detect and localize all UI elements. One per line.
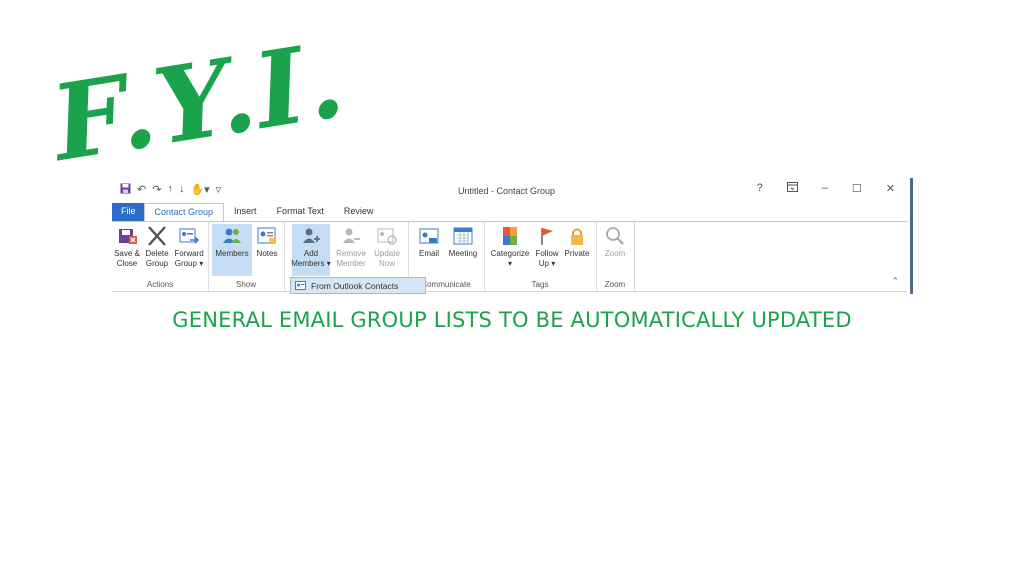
- remove-member-button[interactable]: Remove Member: [334, 224, 368, 276]
- notes-button[interactable]: Notes: [252, 224, 282, 276]
- contacts-icon: [295, 281, 306, 290]
- tab-format-text[interactable]: Format Text: [267, 203, 334, 221]
- ribbon-display-icon[interactable]: [786, 182, 798, 195]
- actions-group: Save & Close Delete Group Forward Group …: [112, 222, 209, 291]
- add-members-dropdown: From Outlook Contacts: [290, 277, 426, 294]
- meeting-button[interactable]: Meeting: [446, 224, 480, 276]
- update-now-label: Update Now: [374, 249, 400, 268]
- members-view-button[interactable]: Members: [212, 224, 252, 276]
- fyi-brand-text: F.Y.I.: [44, 17, 354, 185]
- follow-up-button[interactable]: Follow Up ▾: [532, 224, 562, 276]
- private-label: Private: [564, 249, 590, 258]
- collapse-ribbon-icon[interactable]: ⌃: [891, 276, 899, 287]
- up-arrow-icon[interactable]: ↑: [167, 183, 173, 197]
- lock-icon: [571, 228, 583, 245]
- tab-review[interactable]: Review: [334, 203, 384, 221]
- forward-group-button[interactable]: Forward Group ▾: [174, 224, 204, 276]
- tab-contact-group[interactable]: Contact Group: [143, 203, 225, 223]
- tags-group: Categorize ▾ Follow Up ▾ Private Tags: [484, 222, 597, 291]
- redo-icon[interactable]: ↷: [152, 183, 161, 197]
- delete-x-icon: [148, 226, 166, 246]
- minimize-button[interactable]: –: [822, 182, 828, 195]
- title-bar: ↶ ↷ ↑ ↓ ✋▾ ▿ Untitled - Contact Group ? …: [112, 178, 907, 202]
- meeting-calendar-icon: [453, 227, 473, 245]
- add-members-button[interactable]: Add Members ▾: [291, 224, 331, 276]
- tab-file[interactable]: File: [112, 203, 144, 221]
- maximize-button[interactable]: ☐: [852, 182, 862, 195]
- update-now-button[interactable]: Update Now: [372, 224, 402, 276]
- members-icon: [223, 228, 241, 243]
- customize-qat-icon[interactable]: ▿: [216, 183, 222, 197]
- members-view-label: Members: [215, 249, 249, 258]
- save-close-button[interactable]: Save & Close: [112, 224, 142, 276]
- zoom-button[interactable]: Zoom: [600, 224, 630, 276]
- contact-group-window: ↶ ↷ ↑ ↓ ✋▾ ▿ Untitled - Contact Group ? …: [112, 178, 913, 294]
- private-button[interactable]: Private: [562, 224, 592, 276]
- meeting-label: Meeting: [448, 249, 478, 258]
- headline-text: GENERAL EMAIL GROUP LISTS TO BE AUTOMATI…: [172, 308, 852, 332]
- update-icon: [377, 228, 397, 245]
- add-members-label: Add Members ▾: [291, 249, 331, 268]
- ribbon-tabs: File Contact Group Insert Format Text Re…: [112, 203, 384, 223]
- delete-group-label: Delete Group: [145, 249, 169, 268]
- follow-up-label: Follow Up ▾: [535, 249, 559, 268]
- save-close-icon: [119, 229, 137, 244]
- show-group: Members Notes Show: [208, 222, 285, 291]
- close-button[interactable]: ✕: [886, 182, 895, 195]
- tab-insert[interactable]: Insert: [224, 203, 267, 221]
- save-icon[interactable]: [120, 183, 131, 197]
- remove-member-label: Remove Member: [336, 249, 366, 268]
- categorize-button[interactable]: Categorize ▾: [488, 224, 532, 276]
- from-outlook-contacts-label: From Outlook Contacts: [311, 280, 399, 291]
- ribbon: Save & Close Delete Group Forward Group …: [112, 221, 907, 292]
- from-outlook-contacts-item[interactable]: From Outlook Contacts: [291, 278, 425, 293]
- window-controls: ? – ☐ ✕: [757, 182, 895, 195]
- zoom-label: Zoom: [604, 249, 626, 258]
- email-button[interactable]: Email: [414, 224, 444, 276]
- save-close-label: Save & Close: [114, 249, 140, 268]
- flag-icon: [541, 228, 553, 245]
- forward-group-label: Forward Group ▾: [174, 249, 204, 268]
- actions-group-label: Actions: [146, 280, 174, 289]
- delete-group-button[interactable]: Delete Group: [142, 224, 172, 276]
- undo-icon[interactable]: ↶: [137, 183, 146, 197]
- window-title: Untitled - Contact Group: [458, 186, 556, 196]
- categorize-icon: [503, 227, 517, 245]
- touch-mode-icon[interactable]: ✋▾: [190, 183, 209, 197]
- forward-icon: [179, 228, 200, 244]
- help-button[interactable]: ?: [757, 182, 763, 195]
- show-group-label: Show: [235, 280, 256, 289]
- notes-icon: [257, 227, 276, 244]
- down-arrow-icon[interactable]: ↓: [179, 183, 185, 197]
- tags-group-label: Tags: [531, 280, 549, 289]
- notes-label: Notes: [256, 249, 278, 258]
- email-icon: [419, 228, 439, 244]
- add-member-icon: [303, 228, 320, 243]
- categorize-label: Categorize ▾: [490, 249, 530, 268]
- magnifier-icon: [606, 227, 624, 245]
- quick-access-toolbar: ↶ ↷ ↑ ↓ ✋▾ ▿: [120, 183, 221, 197]
- email-label: Email: [418, 249, 439, 258]
- remove-member-icon: [343, 228, 360, 243]
- zoom-group-label: Zoom: [604, 280, 626, 289]
- zoom-group: Zoom Zoom: [596, 222, 635, 291]
